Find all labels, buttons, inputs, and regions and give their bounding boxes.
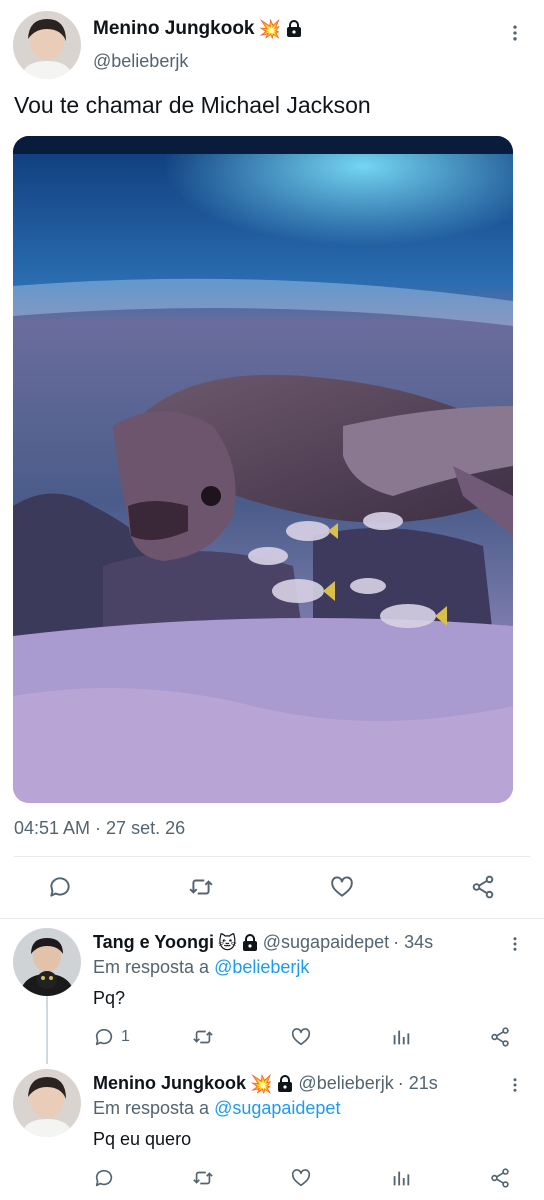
author-handle[interactable]: @belieberjk bbox=[93, 51, 188, 72]
reply-age: · 21s bbox=[397, 1073, 438, 1093]
retweet-icon[interactable] bbox=[192, 1165, 214, 1191]
reply-text: Pq? bbox=[93, 988, 126, 1008]
analytics-icon[interactable] bbox=[390, 1165, 412, 1191]
more-options-icon[interactable] bbox=[503, 1073, 527, 1097]
retweet-icon[interactable] bbox=[192, 1024, 214, 1050]
reply-to-prefix: Em resposta a bbox=[93, 957, 210, 977]
cat-emoji-icon: 🐱 bbox=[218, 932, 237, 953]
reply-button[interactable] bbox=[93, 1165, 121, 1191]
divider bbox=[14, 856, 530, 857]
like-heart-icon[interactable] bbox=[290, 1165, 312, 1191]
reply-to-handle-link[interactable]: @belieberjk bbox=[214, 957, 309, 977]
reply-author-handle[interactable]: @belieberjk bbox=[298, 1073, 393, 1094]
tweet-timestamp[interactable]: 04:51 AM · 27 set. 26 bbox=[14, 818, 185, 839]
reply-avatar[interactable] bbox=[13, 928, 81, 996]
author-avatar[interactable] bbox=[13, 11, 81, 79]
reply-icon[interactable] bbox=[45, 872, 75, 902]
reply-button[interactable]: 1 bbox=[93, 1024, 130, 1050]
share-icon[interactable] bbox=[468, 872, 498, 902]
reply-author-name[interactable]: Tang e Yoongi bbox=[93, 932, 214, 953]
reply-avatar[interactable] bbox=[13, 1069, 81, 1137]
reply-action-bar: 1 bbox=[93, 1024, 524, 1050]
reply-count: 1 bbox=[121, 1028, 130, 1045]
tweet-text: Vou te chamar de Michael Jackson bbox=[14, 92, 371, 118]
reply-author-name[interactable]: Menino Jungkook bbox=[93, 1073, 246, 1094]
reply-action-bar bbox=[93, 1165, 524, 1191]
tweet-media-image[interactable] bbox=[13, 136, 513, 803]
reply-header: Tang e Yoongi 🐱 @sugapaidepet · 34s bbox=[93, 932, 433, 953]
reply-icon bbox=[95, 1028, 113, 1046]
author-name[interactable]: Menino Jungkook bbox=[93, 18, 255, 40]
reply-age: · 34s bbox=[393, 932, 434, 952]
section-divider bbox=[0, 918, 544, 919]
reply-context: Em resposta a @belieberjk bbox=[93, 957, 309, 978]
reply-icon bbox=[95, 1169, 113, 1187]
lock-icon bbox=[241, 933, 259, 952]
lock-icon bbox=[285, 20, 303, 38]
reply-author-handle[interactable]: @sugapaidepet bbox=[263, 932, 389, 953]
reply-to-prefix: Em resposta a bbox=[93, 1098, 210, 1118]
retweet-icon[interactable] bbox=[186, 872, 216, 902]
like-heart-icon[interactable] bbox=[290, 1024, 312, 1050]
share-icon[interactable] bbox=[489, 1165, 511, 1191]
thread-connector-line bbox=[46, 996, 48, 1064]
reply-text: Pq eu quero bbox=[93, 1129, 192, 1149]
author-name-row[interactable]: Menino Jungkook 💥 bbox=[93, 18, 303, 40]
reply-header: Menino Jungkook 💥 @belieberjk · 21s bbox=[93, 1073, 438, 1094]
more-options-icon[interactable] bbox=[503, 21, 527, 45]
collision-emoji-icon: 💥 bbox=[258, 19, 281, 39]
reply-context: Em resposta a @sugapaidepet bbox=[93, 1098, 340, 1119]
tweet-action-bar bbox=[0, 860, 544, 916]
more-options-icon[interactable] bbox=[503, 932, 527, 956]
reply-to-handle-link[interactable]: @sugapaidepet bbox=[214, 1098, 340, 1118]
like-heart-icon[interactable] bbox=[327, 872, 357, 902]
analytics-icon[interactable] bbox=[390, 1024, 412, 1050]
collision-emoji-icon: 💥 bbox=[250, 1073, 273, 1094]
share-icon[interactable] bbox=[489, 1024, 511, 1050]
lock-icon bbox=[276, 1074, 294, 1093]
